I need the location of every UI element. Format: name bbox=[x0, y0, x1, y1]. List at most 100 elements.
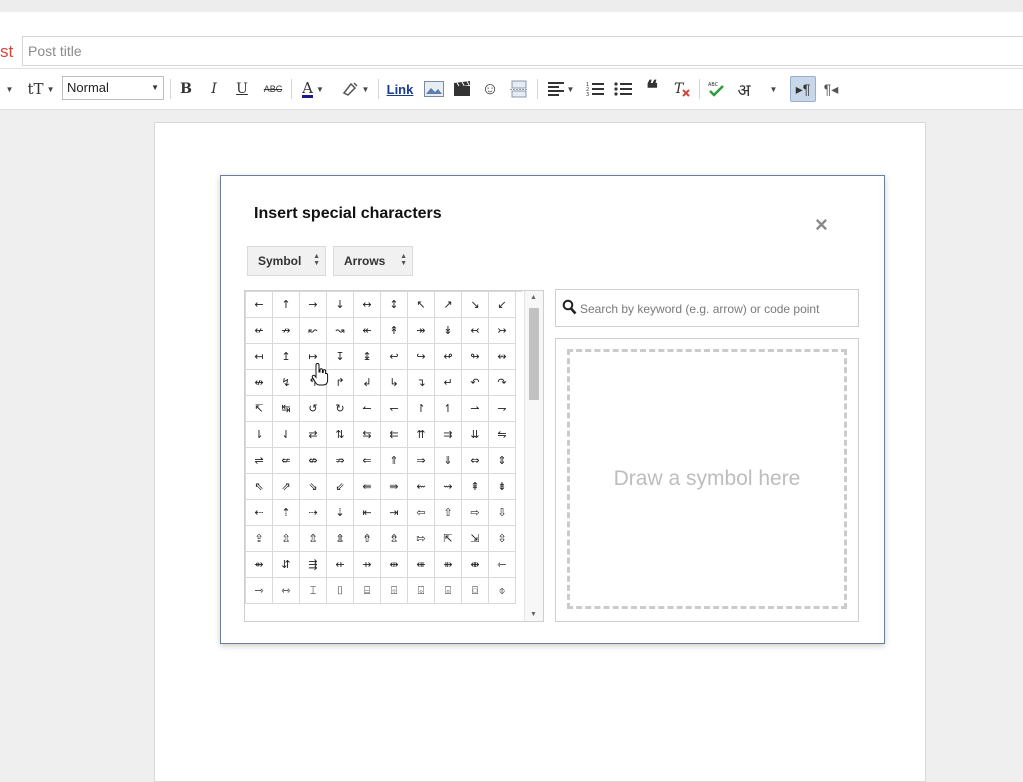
character-cell[interactable]: ⇶ bbox=[300, 552, 327, 578]
character-cell[interactable]: ↙ bbox=[489, 292, 516, 318]
bulleted-list-icon[interactable] bbox=[612, 69, 634, 109]
character-cell[interactable]: ⇧ bbox=[435, 500, 462, 526]
font-size-dropdown[interactable]: tT ▼ bbox=[24, 69, 58, 109]
ltr-direction-button[interactable]: ▸¶ bbox=[790, 76, 816, 102]
character-cell[interactable]: ↫ bbox=[435, 344, 462, 370]
grid-scrollbar[interactable]: ▲ ▼ bbox=[524, 291, 543, 621]
character-cell[interactable]: ↽ bbox=[381, 396, 408, 422]
scrollbar-thumb[interactable] bbox=[529, 308, 539, 400]
character-cell[interactable]: ⇝ bbox=[435, 474, 462, 500]
character-cell[interactable]: ⇍ bbox=[273, 448, 300, 474]
character-cell[interactable]: ↯ bbox=[273, 370, 300, 396]
character-cell[interactable]: ⇴ bbox=[246, 552, 273, 578]
character-cell[interactable]: ⇽ bbox=[489, 552, 516, 578]
character-cell[interactable]: ⇐ bbox=[354, 448, 381, 474]
character-cell[interactable]: ↢ bbox=[462, 318, 489, 344]
character-cell[interactable]: ↩ bbox=[381, 344, 408, 370]
character-cell[interactable]: ⇮ bbox=[354, 526, 381, 552]
character-cell[interactable]: ↜ bbox=[300, 318, 327, 344]
character-cell[interactable]: ⇫ bbox=[273, 526, 300, 552]
character-cell[interactable]: ↟ bbox=[381, 318, 408, 344]
character-cell[interactable]: ⇈ bbox=[408, 422, 435, 448]
character-cell[interactable]: ⇸ bbox=[354, 552, 381, 578]
character-cell[interactable]: ⇪ bbox=[246, 526, 273, 552]
character-cell[interactable]: ⌶ bbox=[300, 578, 327, 604]
character-cell[interactable]: ⌼ bbox=[462, 578, 489, 604]
character-cell[interactable]: ⇚ bbox=[354, 474, 381, 500]
scroll-up-icon[interactable]: ▲ bbox=[530, 294, 537, 301]
character-cell[interactable]: ⇇ bbox=[381, 422, 408, 448]
input-tools-hindi[interactable]: अ bbox=[732, 69, 756, 109]
bold-icon[interactable]: B bbox=[176, 69, 196, 109]
character-cell[interactable]: ↺ bbox=[300, 396, 327, 422]
character-cell[interactable]: ↳ bbox=[381, 370, 408, 396]
character-cell[interactable]: ⇩ bbox=[489, 500, 516, 526]
link-button[interactable]: Link bbox=[384, 69, 416, 109]
draw-canvas[interactable]: Draw a symbol here bbox=[567, 349, 847, 609]
character-cell[interactable]: ↛ bbox=[273, 318, 300, 344]
character-cell[interactable]: ⇻ bbox=[435, 552, 462, 578]
character-cell[interactable]: ⇄ bbox=[300, 422, 327, 448]
character-cell[interactable]: ↬ bbox=[462, 344, 489, 370]
character-cell[interactable]: ⇳ bbox=[489, 526, 516, 552]
character-cell[interactable]: ⇦ bbox=[408, 500, 435, 526]
character-cell[interactable]: ⌹ bbox=[381, 578, 408, 604]
character-cell[interactable]: ↴ bbox=[408, 370, 435, 396]
character-cell[interactable]: ⇬ bbox=[300, 526, 327, 552]
video-icon[interactable] bbox=[451, 69, 473, 109]
character-cell[interactable]: ↘ bbox=[462, 292, 489, 318]
character-cell[interactable]: ↞ bbox=[354, 318, 381, 344]
character-cell[interactable]: ↵ bbox=[435, 370, 462, 396]
character-cell[interactable]: ⇲ bbox=[462, 526, 489, 552]
character-cell[interactable]: ↥ bbox=[273, 344, 300, 370]
scroll-down-icon[interactable]: ▼ bbox=[530, 611, 537, 618]
symbol-search-input[interactable] bbox=[578, 296, 858, 322]
character-cell[interactable]: ⇅ bbox=[327, 422, 354, 448]
character-cell[interactable]: ↖ bbox=[408, 292, 435, 318]
character-cell[interactable]: ⇼ bbox=[462, 552, 489, 578]
numbered-list-icon[interactable]: 123 bbox=[584, 69, 606, 109]
character-cell[interactable]: ↱ bbox=[327, 370, 354, 396]
character-cell[interactable]: ↲ bbox=[354, 370, 381, 396]
character-cell[interactable]: ⇨ bbox=[462, 500, 489, 526]
image-icon[interactable] bbox=[422, 69, 446, 109]
character-cell[interactable]: ⇵ bbox=[273, 552, 300, 578]
character-cell[interactable]: ⇋ bbox=[489, 422, 516, 448]
character-cell[interactable]: ⇤ bbox=[354, 500, 381, 526]
character-cell[interactable]: ⇣ bbox=[327, 500, 354, 526]
character-cell[interactable]: ⇱ bbox=[435, 526, 462, 552]
character-cell[interactable]: ⇙ bbox=[327, 474, 354, 500]
character-cell[interactable]: ↷ bbox=[489, 370, 516, 396]
character-cell[interactable]: ⌻ bbox=[435, 578, 462, 604]
character-cell[interactable]: ⇗ bbox=[273, 474, 300, 500]
rtl-direction-button[interactable]: ¶◂ bbox=[820, 69, 842, 109]
character-cell[interactable]: ⇆ bbox=[354, 422, 381, 448]
character-cell[interactable]: ⇷ bbox=[327, 552, 354, 578]
character-cell[interactable]: ⇹ bbox=[381, 552, 408, 578]
spellcheck-icon[interactable]: ABC bbox=[704, 69, 728, 109]
character-cell[interactable]: ↶ bbox=[462, 370, 489, 396]
character-cell[interactable]: ↠ bbox=[408, 318, 435, 344]
character-cell[interactable]: ⇠ bbox=[246, 500, 273, 526]
character-cell[interactable]: ↮ bbox=[246, 370, 273, 396]
character-cell[interactable]: ⇏ bbox=[327, 448, 354, 474]
text-color-dropdown[interactable]: A ▼ bbox=[296, 69, 330, 109]
character-cell[interactable]: ↤ bbox=[246, 344, 273, 370]
quote-icon[interactable]: ❝ bbox=[640, 69, 664, 109]
character-cell[interactable]: ⇜ bbox=[408, 474, 435, 500]
character-cell[interactable]: ⇛ bbox=[381, 474, 408, 500]
character-cell[interactable]: ⇎ bbox=[300, 448, 327, 474]
character-cell[interactable]: ⇭ bbox=[327, 526, 354, 552]
character-cell[interactable]: ↼ bbox=[354, 396, 381, 422]
character-cell[interactable]: ↓ bbox=[327, 292, 354, 318]
character-cell[interactable]: ↻ bbox=[327, 396, 354, 422]
character-cell[interactable]: ⇘ bbox=[300, 474, 327, 500]
character-cell[interactable]: ⇒ bbox=[408, 448, 435, 474]
character-cell[interactable]: ↣ bbox=[489, 318, 516, 344]
character-cell[interactable]: → bbox=[300, 292, 327, 318]
jump-break-icon[interactable] bbox=[507, 69, 531, 109]
character-cell[interactable]: ← bbox=[246, 292, 273, 318]
character-cell[interactable]: ⇢ bbox=[300, 500, 327, 526]
character-cell[interactable]: ⇃ bbox=[273, 422, 300, 448]
character-cell[interactable]: ↸ bbox=[246, 396, 273, 422]
